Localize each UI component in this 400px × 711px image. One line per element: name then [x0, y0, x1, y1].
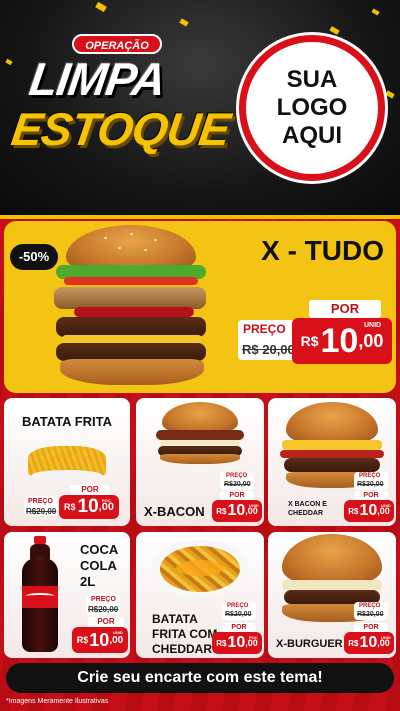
new-price-currency: R$ — [64, 502, 76, 512]
new-price-value: 10 — [227, 634, 246, 651]
campaign-title-line2: ESTOQUE — [8, 103, 233, 155]
old-price-value: R$20,00 — [357, 481, 384, 488]
old-price-label: PREÇO — [359, 603, 381, 609]
product-card-x-bacon: PREÇO R$20,00 X-BACON POR R$ 10 ,00 UNID — [136, 398, 264, 526]
burger-image — [150, 402, 250, 464]
campaign-badge: OPERAÇÃO — [72, 34, 162, 54]
product-card-x-burguer: PREÇO R$20,00 X-BURGUER POR R$ 10 ,00 UN… — [268, 532, 396, 658]
cta-banner[interactable]: Crie seu encarte com este tema! — [6, 663, 394, 693]
product-card-batata-frita: BATATA FRITA PREÇO R$20,00 POR R$ 10 ,00… — [4, 398, 130, 526]
logo-text-line3: AQUI — [282, 122, 342, 149]
old-price-label: PREÇO — [243, 322, 286, 336]
new-price-currency: R$ — [216, 638, 227, 648]
old-price-label: PREÇO — [359, 473, 381, 479]
new-price-unit: UNID — [381, 503, 391, 508]
old-price-value: R$20,00 — [26, 507, 57, 516]
confetti-decoration — [385, 90, 395, 99]
por-label: POR — [309, 300, 381, 318]
product-name: X BACON E CHEDDAR — [288, 501, 327, 517]
old-price-value: R$20,00 — [225, 611, 252, 618]
confetti-decoration — [95, 1, 107, 13]
new-price-value: 10 — [89, 629, 110, 650]
product-card-batata-cheddar: BATATA FRITA COM CHEDDAR PREÇO R$20,00 P… — [136, 532, 264, 658]
old-price-value: R$20,00 — [357, 611, 384, 618]
new-price-value: 10 — [227, 502, 246, 519]
new-price-value: 10 — [77, 496, 99, 517]
confetti-decoration — [371, 8, 380, 16]
new-price-currency: R$ — [216, 506, 227, 516]
new-price-unit: POC — [102, 498, 111, 503]
cheddar-fries-image — [150, 536, 250, 602]
product-name: X-BURGUER — [276, 638, 343, 650]
old-price-value: R$ 20,00 — [242, 342, 295, 357]
new-price-value: 10 — [359, 502, 378, 519]
por-label: POR — [354, 623, 388, 632]
new-price-currency: R$ — [348, 638, 359, 648]
logo-placeholder: SUA LOGO AQUI — [239, 35, 385, 181]
header: OPERAÇÃO LIMPA ESTOQUE SUA LOGO AQUI — [0, 0, 400, 215]
new-price-currency: R$ — [348, 506, 359, 516]
old-price-label: PREÇO — [226, 473, 248, 479]
new-price-currency: R$ — [300, 333, 319, 349]
new-price-unit: UNID — [364, 322, 382, 329]
product-name: COCA COLA 2L — [80, 542, 118, 589]
disclaimer-text: *Imagens Meramente Ilustrativas — [6, 698, 109, 705]
logo-text-line1: SUA — [286, 66, 338, 93]
old-price-value: R$20,00 — [224, 481, 251, 488]
new-price-unit: UNID — [249, 503, 259, 508]
campaign-title: OPERAÇÃO LIMPA ESTOQUE — [8, 30, 233, 180]
por-label: POR — [220, 491, 254, 500]
confetti-decoration — [329, 26, 340, 35]
new-price-unit: POC — [249, 635, 258, 640]
featured-product-name: X - TUDO — [261, 235, 384, 266]
product-card-coca-cola: COCA COLA 2L PREÇO R$20,00 POR R$ 10 ,00… — [4, 532, 130, 658]
new-price-currency: R$ — [76, 635, 89, 645]
product-name: BATATA FRITA — [22, 414, 113, 429]
por-label: POR — [88, 617, 124, 627]
product-name: X-BACON — [144, 504, 205, 519]
new-price-cents: ,00 — [109, 634, 124, 646]
new-price-cents: ,00 — [358, 330, 384, 351]
old-price-label: PREÇO — [91, 596, 116, 603]
new-price-unit: UNID — [381, 635, 391, 640]
old-price-value: R$20,00 — [88, 605, 119, 614]
por-label: POR — [70, 485, 110, 495]
burger-image — [34, 225, 224, 389]
old-price-label: PREÇO — [227, 603, 249, 609]
soda-bottle-image — [18, 536, 62, 654]
por-label: POR — [222, 623, 256, 632]
new-price-value: 10 — [359, 634, 378, 651]
product-card-x-bacon-cheddar: PREÇO R$20,00 X BACON E CHEDDAR POR R$ 1… — [268, 398, 396, 526]
confetti-decoration — [179, 18, 189, 27]
campaign-title-line1: LIMPA — [26, 53, 169, 105]
old-price-label: PREÇO — [28, 498, 53, 505]
por-label: POR — [354, 491, 388, 500]
new-price-value: 10 — [320, 321, 359, 360]
new-price-unit: UNID — [113, 630, 123, 635]
fries-image — [28, 438, 106, 480]
discount-badge: -50% — [10, 244, 58, 270]
logo-text-line2: LOGO — [276, 94, 348, 121]
